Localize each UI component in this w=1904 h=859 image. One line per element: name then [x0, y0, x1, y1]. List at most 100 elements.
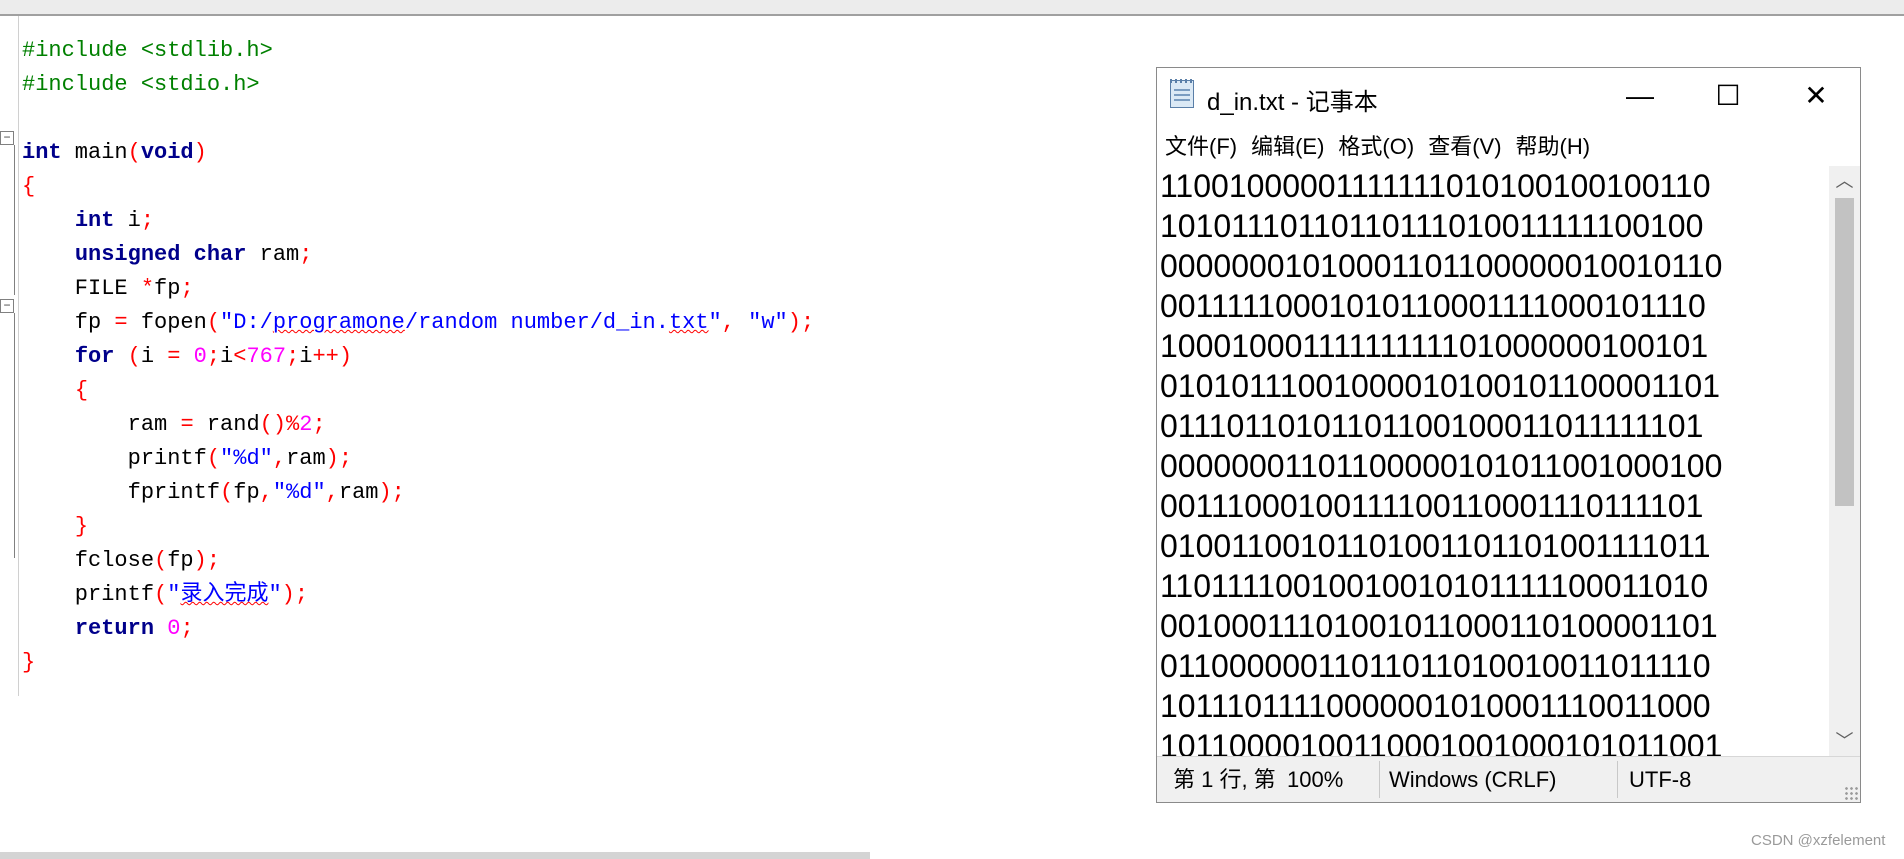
code-token: ) [193, 140, 207, 165]
text-line: 01001100101101001101101001111011 [1160, 528, 1711, 564]
code-line[interactable]: FILE *fp; [22, 272, 814, 306]
text-line: 01010111001000010100101100001101 [1160, 368, 1720, 404]
menu-bar: 文件(F) 编辑(E) 格式(O) 查看(V) 帮助(H) [1157, 124, 1860, 166]
code-token: ( [206, 446, 221, 471]
code-token: ; [286, 344, 300, 369]
fold-line [14, 313, 15, 558]
text-line: 11011110010010010101111100011010 [1160, 568, 1709, 604]
code-token: "w" [748, 310, 788, 335]
code-token: fp [154, 276, 181, 301]
code-line[interactable]: ram = rand()%2; [22, 408, 814, 442]
code-token: ram [22, 412, 181, 437]
code-line[interactable]: return 0; [22, 612, 814, 646]
menu-file[interactable]: 文件(F) [1157, 129, 1244, 161]
maximize-button[interactable]: ☐ [1684, 68, 1772, 124]
code-line[interactable]: { [22, 374, 814, 408]
code-token: ; [299, 242, 313, 267]
notepad-title-bar[interactable]: d_in.txt - 记事本 — ☐ ✕ [1157, 68, 1860, 124]
code-token: 2 [299, 412, 313, 437]
text-line: 10101110110110111010011111100100 [1160, 208, 1704, 244]
fold-toggle-main[interactable]: − [0, 131, 14, 145]
code-token: i [140, 344, 168, 369]
status-zoom: 100% [1287, 767, 1344, 792]
code-token: int [74, 208, 115, 233]
scroll-down-arrow-icon[interactable]: ﹀ [1829, 726, 1860, 756]
code-token: rand [193, 412, 260, 437]
code-line[interactable]: int i; [22, 204, 814, 238]
code-line[interactable]: } [22, 646, 814, 680]
code-token: printf [22, 582, 155, 607]
code-token: unsigned [74, 242, 181, 267]
fold-gutter: − − [0, 16, 19, 696]
resize-grip-icon[interactable] [1844, 786, 1858, 800]
text-line: 01100000011011011010010011011110 [1160, 648, 1711, 684]
code-token: fopen [127, 310, 207, 335]
code-token: ; [180, 276, 194, 301]
code-token: ( [127, 140, 141, 165]
code-token: ram [286, 446, 326, 471]
code-token: void [140, 140, 194, 165]
menu-format[interactable]: 格式(O) [1331, 129, 1421, 161]
code-line[interactable]: #include <stdlib.h> [22, 34, 814, 68]
scroll-up-arrow-icon[interactable]: ︿ [1829, 166, 1860, 196]
code-token: for [74, 344, 115, 369]
code-token: return [74, 616, 155, 641]
code-token: , [325, 480, 339, 505]
code-line[interactable]: fprintf(fp,"%d",ram); [22, 476, 814, 510]
code-token: ; [140, 208, 155, 233]
status-bar: 第 1 行, 第 1 列 100% Windows (CRLF) UTF-8 [1157, 756, 1860, 802]
code-token: = [114, 310, 128, 335]
code-token: ( [154, 582, 168, 607]
code-token: ; [206, 344, 221, 369]
code-token: ); [787, 310, 815, 335]
code-token: "%d" [272, 480, 326, 505]
code-line[interactable]: } [22, 510, 814, 544]
code-token: /random number/d_in. [404, 310, 669, 335]
code-line[interactable]: printf("%d",ram); [22, 442, 814, 476]
code-line[interactable]: for (i = 0;i<767;i++) [22, 340, 814, 374]
code-token: int [22, 140, 62, 165]
code-line[interactable]: { [22, 170, 814, 204]
code-token: 0 [193, 344, 207, 369]
code-token: 767 [246, 344, 287, 369]
code-token: FILE [22, 276, 141, 301]
code-line[interactable]: fp = fopen("D:/programone/random number/… [22, 306, 814, 340]
notepad-window[interactable]: d_in.txt - 记事本 — ☐ ✕ 文件(F) 编辑(E) 格式(O) 查… [1156, 67, 1861, 803]
code-token: ram [246, 242, 300, 267]
code-token: ( [127, 344, 141, 369]
code-token: ( [206, 310, 221, 335]
close-button[interactable]: ✕ [1772, 68, 1860, 124]
code-line[interactable]: printf("录入完成"); [22, 578, 814, 612]
code-token: "%d" [220, 446, 273, 471]
text-area[interactable]: 11001000001111111010100100100110 10101110… [1157, 166, 1829, 756]
fold-toggle-for[interactable]: − [0, 299, 14, 313]
text-line: 10001000111111111101000000100101 [1160, 328, 1709, 364]
vertical-scrollbar[interactable]: ︿ ﹀ [1829, 166, 1860, 756]
editor-horizontal-scrollbar[interactable] [0, 852, 870, 859]
code-line[interactable]: fclose(fp); [22, 544, 814, 578]
code-token: ram [338, 480, 379, 505]
menu-edit[interactable]: 编辑(E) [1244, 129, 1331, 161]
menu-help[interactable]: 帮助(H) [1509, 129, 1598, 161]
code-token: ); [193, 548, 221, 573]
minimize-button[interactable]: — [1596, 68, 1684, 124]
code-line[interactable] [22, 102, 814, 136]
text-line: 01110110101101100100011011111101 [1160, 408, 1704, 444]
text-line: 00100011101001011000110100001101 [1160, 608, 1718, 644]
code-line[interactable]: unsigned char ram; [22, 238, 814, 272]
fold-line [14, 145, 15, 295]
scrollbar-thumb[interactable] [1835, 198, 1854, 506]
text-line: 11001000001111111010100100100110 [1160, 168, 1711, 204]
code-text[interactable]: #include <stdlib.h> #include <stdio.h> int… [22, 34, 814, 680]
code-line[interactable]: #include <stdio.h> [22, 68, 814, 102]
code-line[interactable]: int main(void) [22, 136, 814, 170]
code-token: programone [272, 310, 405, 335]
code-token: ; [312, 412, 326, 437]
menu-view[interactable]: 查看(V) [1421, 129, 1508, 161]
